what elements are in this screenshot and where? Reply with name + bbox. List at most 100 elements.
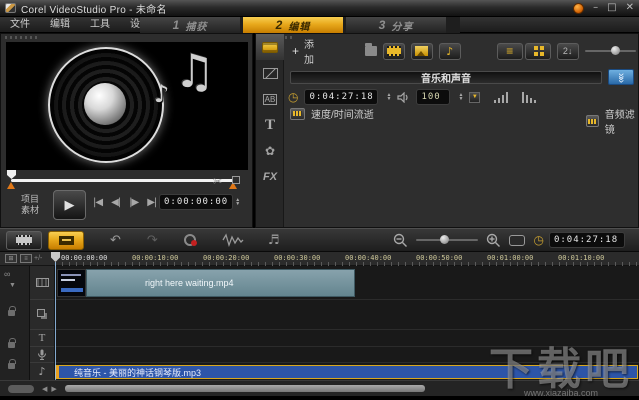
duration-field[interactable]: 0:04:27:18: [304, 89, 378, 105]
title-track-header[interactable]: T: [30, 330, 54, 347]
enlarge-preview-icon[interactable]: [232, 176, 240, 184]
scroll-left-icon[interactable]: ◀: [42, 385, 47, 393]
menu-item-file[interactable]: 文件: [0, 17, 40, 33]
collapse-panel-button[interactable]: »»: [608, 69, 634, 85]
duration-clock-icon: ◷: [288, 91, 298, 103]
track-add-remove[interactable]: +/-: [34, 255, 42, 262]
sidebar-item-media[interactable]: [256, 34, 284, 60]
minimize-button[interactable]: –: [593, 3, 598, 13]
voice-track-row[interactable]: [55, 347, 639, 363]
preview-video-area[interactable]: ♫ ♪: [6, 42, 248, 170]
zoom-out-button[interactable]: [393, 233, 408, 248]
duration-spinner[interactable]: ▲▼: [386, 93, 391, 101]
menu-item-tools[interactable]: 工具: [80, 17, 120, 33]
volume-dropdown-button[interactable]: ▼: [469, 92, 480, 103]
music-clip[interactable]: 纯音乐 - 美丽的神话钢琴版.mp3: [55, 365, 638, 379]
fit-project-button[interactable]: [509, 235, 525, 246]
project-mode-label[interactable]: 项目: [21, 194, 39, 205]
zoom-in-button[interactable]: [486, 233, 501, 248]
record-capture-button[interactable]: [184, 234, 196, 246]
transition-icon: [263, 68, 278, 79]
fade-in-button[interactable]: [494, 92, 510, 103]
end-button[interactable]: ▶|: [147, 197, 156, 208]
timeline-timecode[interactable]: 0:04:27:18: [549, 232, 625, 248]
storyboard-view-button[interactable]: [6, 231, 42, 250]
list-view-button[interactable]: ≡: [497, 43, 523, 60]
timeline-zoom-slider[interactable]: [416, 239, 478, 241]
sidebar-item-graphic[interactable]: ✿: [256, 138, 284, 164]
ruler-tick: 00:00:50:00: [416, 254, 462, 262]
music-track-header[interactable]: ♪: [30, 363, 54, 380]
auto-music-button[interactable]: ♬: [268, 233, 280, 248]
thumbnail-size-slider[interactable]: [585, 50, 636, 52]
grid-view-button[interactable]: [525, 43, 551, 60]
sidebar-item-filter[interactable]: FX: [256, 164, 284, 190]
timeline-clock-icon: ◷: [533, 234, 543, 246]
trim-start-handle[interactable]: [7, 182, 15, 189]
voice-track-header[interactable]: [30, 347, 54, 363]
sort-button[interactable]: 2↓: [557, 43, 579, 60]
overlay-track-header[interactable]: [30, 300, 54, 330]
home-button[interactable]: |◀: [93, 197, 102, 208]
sidebar-item-ab-transition[interactable]: AB: [256, 86, 284, 112]
expand-tracks-icon[interactable]: ▼: [9, 282, 16, 289]
volume-spinner[interactable]: ▲▼: [458, 93, 463, 101]
prev-frame-button[interactable]: ◀|: [111, 197, 120, 208]
sidebar-item-transition[interactable]: [256, 60, 284, 86]
slider-thumb[interactable]: [611, 46, 620, 55]
chapter-point-icon[interactable]: ≡: [20, 254, 32, 263]
lock-icon[interactable]: [8, 310, 15, 316]
video-track-header[interactable]: [30, 266, 54, 300]
options-section-header[interactable]: 音乐和声音: [290, 71, 602, 84]
music-note-icon: ♪: [154, 80, 169, 108]
timeline-view-button[interactable]: [48, 231, 84, 250]
music-note-icon: ♫: [174, 44, 215, 98]
play-button[interactable]: ▶: [53, 190, 86, 220]
maximize-button[interactable]: □: [607, 3, 616, 13]
import-folder-icon[interactable]: [365, 46, 377, 56]
scroll-right-icon[interactable]: ▶: [51, 385, 56, 393]
fade-out-button[interactable]: [522, 92, 538, 103]
timeline-ruler[interactable]: ⊞ ≡ 00:00:00:00 00:00:10:00 00:00:20:00 …: [0, 252, 639, 266]
title-icon: T: [265, 117, 275, 134]
redo-button[interactable]: ↷: [147, 233, 158, 248]
undo-button[interactable]: ↶: [110, 233, 121, 248]
timecode-spinner[interactable]: ▲▼: [235, 198, 240, 206]
volume-field[interactable]: 100: [416, 89, 450, 105]
window-controls: – □ ✕: [573, 3, 634, 14]
speed-timelapse-button[interactable]: 速度/时间流逝: [290, 106, 374, 121]
next-frame-button[interactable]: |▶: [129, 197, 138, 208]
filter-photo-button[interactable]: [411, 43, 433, 60]
scrubber-handle[interactable]: [7, 170, 16, 179]
title-bar: Corel VideoStudio Pro - 未命名 – □ ✕: [0, 0, 639, 17]
slider-thumb[interactable]: [440, 235, 449, 244]
ripple-edit-icon[interactable]: ∞: [4, 269, 10, 279]
lock-icon[interactable]: [8, 342, 15, 348]
track-height-pill[interactable]: [8, 385, 34, 393]
close-button[interactable]: ✕: [626, 3, 634, 13]
horizontal-scrollbar[interactable]: [65, 385, 425, 392]
sound-mixer-button[interactable]: [222, 233, 244, 247]
preview-trackbar[interactable]: [11, 179, 237, 182]
clip-mode-label[interactable]: 素材: [21, 205, 39, 216]
sidebar-item-title[interactable]: T: [256, 112, 284, 138]
title-track-row[interactable]: [55, 330, 639, 347]
help-globe-icon[interactable]: [573, 3, 584, 14]
filter-video-button[interactable]: [383, 43, 405, 60]
menu-item-edit[interactable]: 编辑: [40, 17, 80, 33]
tab-edit[interactable]: 2 编辑: [243, 17, 343, 33]
tab-share[interactable]: 3 分享: [346, 17, 446, 33]
overlay-track-row[interactable]: [55, 300, 639, 330]
video-clip-label: right here waiting.mp4: [86, 269, 355, 297]
music-track-row[interactable]: 纯音乐 - 美丽的神话钢琴版.mp3: [55, 363, 639, 380]
video-track-row[interactable]: right here waiting.mp4: [55, 266, 639, 300]
ruler-tick: 00:00:20:00: [203, 254, 249, 262]
lock-icon[interactable]: [8, 363, 15, 369]
audio-filter-button[interactable]: 音频滤镜: [586, 106, 638, 136]
video-clip[interactable]: right here waiting.mp4: [57, 269, 355, 297]
filter-audio-button[interactable]: ♪: [439, 43, 461, 60]
split-clip-icon[interactable]: ✂: [213, 175, 222, 188]
add-button[interactable]: + 添加: [286, 34, 325, 68]
track-manager-icon[interactable]: ⊞: [5, 254, 17, 263]
tab-capture[interactable]: 1 捕获: [140, 17, 240, 33]
